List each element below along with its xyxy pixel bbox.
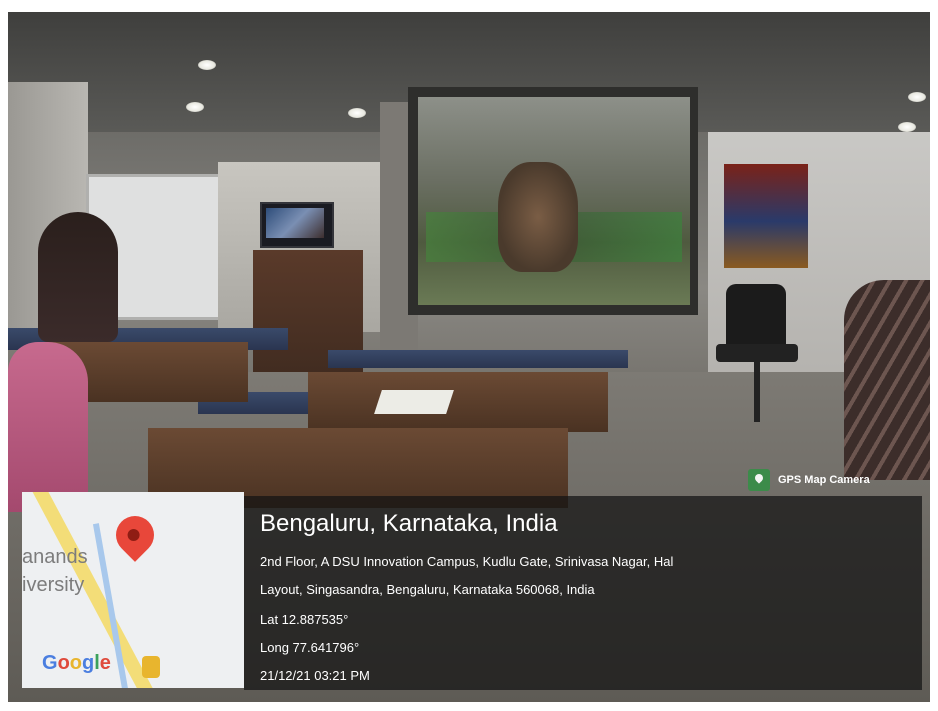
address-line-1: 2nd Floor, A DSU Innovation Campus, Kudl… [260,554,674,569]
ceiling-light [186,102,204,112]
ceiling-light [198,60,216,70]
wall-poster [724,164,808,268]
address-line-2: Layout, Singasandra, Bengaluru, Karnatak… [260,582,595,597]
office-chair-back [726,284,786,348]
podium [253,250,363,390]
google-logo: Google [42,652,111,674]
student-seated [8,342,88,512]
projected-speaker [498,162,578,272]
longitude: Long 77.641796° [260,640,360,655]
office-chair-seat [716,344,798,362]
timestamp: 21/12/21 03:21 PM [260,668,370,683]
ceiling-light [898,122,916,132]
ceiling-light [908,92,926,102]
map-pin-app-icon [748,469,770,491]
map-place-label: iversity [22,574,85,596]
location-title: Bengaluru, Karnataka, India [260,510,558,537]
location-pin-icon [108,508,162,562]
paper-on-desk [374,390,454,414]
badge-label: GPS Map Camera [778,474,870,486]
location-map: anands iversity Google [22,492,244,688]
latitude: Lat 12.887535° [260,612,349,627]
monitor-display [266,208,324,238]
student-seated-right [844,280,930,480]
ceiling-light [348,108,366,118]
map-place-label: anands [22,546,88,568]
pin-dot [125,526,143,544]
gps-map-camera-badge: GPS Map Camera [748,468,922,492]
pegman-icon [142,656,160,678]
office-chair-leg [754,362,760,422]
desk [308,372,608,432]
location-info-panel: Bengaluru, Karnataka, India 2nd Floor, A… [244,496,922,690]
student-standing [38,212,118,342]
desk-panel [328,350,628,368]
